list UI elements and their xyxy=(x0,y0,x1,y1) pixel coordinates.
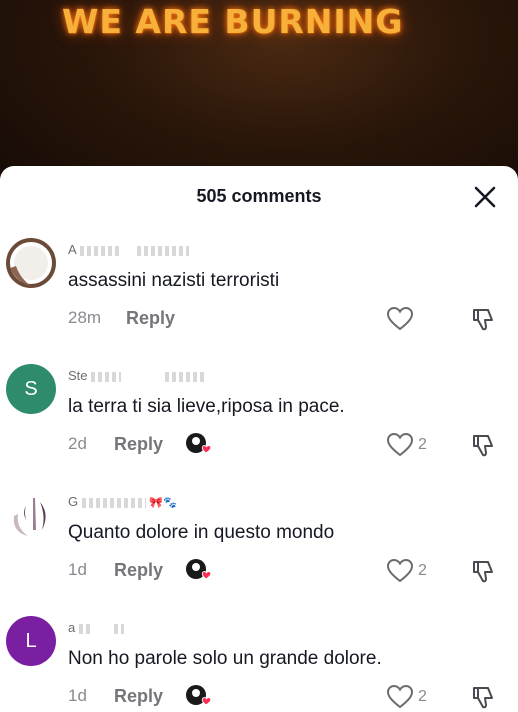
redacted-username xyxy=(78,623,93,634)
comment-meta: 2d Reply xyxy=(68,432,213,456)
comments-header: 505 comments xyxy=(0,166,518,226)
dislike-button[interactable] xyxy=(470,558,496,589)
thumbs-down-icon xyxy=(473,687,493,709)
comment-time: 28m xyxy=(68,308,102,327)
reply-button[interactable]: Reply xyxy=(126,308,175,329)
avatar[interactable]: L xyxy=(6,616,56,666)
heart-outline-icon xyxy=(386,306,414,331)
avatar[interactable]: S xyxy=(6,364,56,414)
thumbs-down-icon xyxy=(473,561,493,583)
comment-username[interactable]: A xyxy=(68,242,190,256)
like-count: 2 xyxy=(418,436,427,453)
video-overlay-title: WE ARE BURNING xyxy=(62,2,404,41)
dislike-button[interactable] xyxy=(470,684,496,712)
comment-username[interactable]: Ste xyxy=(68,368,205,382)
like-count: 2 xyxy=(418,688,427,705)
liked-by-creator-icon xyxy=(186,559,212,580)
comment-item: A assassini nazisti terroristi 28m Reply xyxy=(0,238,518,364)
like-count: 2 xyxy=(418,562,427,579)
liked-by-creator-icon xyxy=(186,433,212,454)
avatar-photo-icon xyxy=(6,238,56,288)
redacted-username xyxy=(79,245,120,256)
avatar[interactable] xyxy=(6,490,56,540)
like-button[interactable]: 2 xyxy=(386,432,427,458)
comment-item: S Ste la terra ti sia lieve,riposa in pa… xyxy=(0,364,518,490)
comment-item: L a Non ho parole solo un grande dolore.… xyxy=(0,616,518,712)
comment-text: la terra ti sia lieve,riposa in pace. xyxy=(68,396,345,417)
redacted-username xyxy=(114,623,125,634)
like-button[interactable]: 2 xyxy=(386,684,427,710)
thumbs-down-icon xyxy=(473,435,493,457)
heart-outline-icon xyxy=(386,432,414,457)
like-button[interactable]: 2 xyxy=(386,558,427,584)
dislike-button[interactable] xyxy=(470,432,496,463)
close-button[interactable] xyxy=(472,184,498,210)
dislike-button[interactable] xyxy=(470,306,496,337)
comment-meta: 28m Reply xyxy=(68,306,175,330)
comment-meta: 1d Reply xyxy=(68,558,213,582)
comment-text: Non ho parole solo un grande dolore. xyxy=(68,648,382,669)
avatar-letter: S xyxy=(24,377,38,400)
reply-button[interactable]: Reply xyxy=(114,560,163,581)
emoji-decoration: 🎀🐾 xyxy=(149,497,177,508)
avatar-letter: L xyxy=(25,629,37,652)
reply-button[interactable]: Reply xyxy=(114,434,163,455)
redacted-username xyxy=(137,245,190,256)
reply-button[interactable]: Reply xyxy=(114,686,163,707)
liked-by-creator-icon xyxy=(186,685,212,706)
redacted-username xyxy=(164,371,205,382)
close-x-icon xyxy=(474,186,496,208)
comment-username[interactable]: a xyxy=(68,620,125,634)
thumbs-down-icon xyxy=(473,309,493,331)
heart-outline-icon xyxy=(386,684,414,709)
comment-item: G 🎀🐾 Quanto dolore in questo mondo 1d Re… xyxy=(0,490,518,616)
comment-time: 2d xyxy=(68,434,87,453)
like-button[interactable] xyxy=(386,306,414,332)
comment-text: assassini nazisti terroristi xyxy=(68,270,280,291)
comment-time: 1d xyxy=(68,686,87,705)
comments-sheet: 505 comments A assassini nazisti terrori… xyxy=(0,166,518,712)
comment-time: 1d xyxy=(68,560,87,579)
comment-username[interactable]: G 🎀🐾 xyxy=(68,494,177,508)
avatar-photo-icon xyxy=(7,491,55,539)
comment-count: 505 comments xyxy=(196,186,322,206)
avatar[interactable] xyxy=(6,238,56,288)
comment-meta: 1d Reply xyxy=(68,684,213,708)
redacted-username xyxy=(81,497,146,508)
redacted-username xyxy=(91,371,122,382)
comment-text: Quanto dolore in questo mondo xyxy=(68,522,335,543)
heart-outline-icon xyxy=(386,558,414,583)
